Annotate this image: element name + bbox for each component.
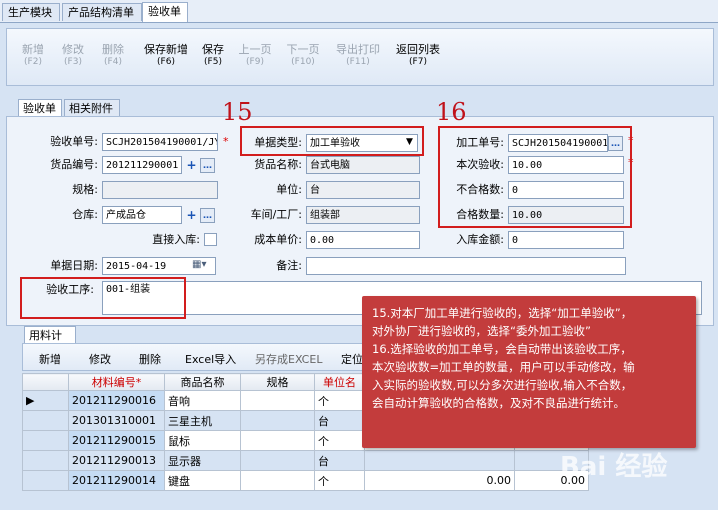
save-button[interactable]: 保存 (F5) <box>193 43 233 69</box>
callout-line: 16.选择验收的加工单号，会自动带出该验收工序， <box>372 342 632 356</box>
warehouse-label: 仓库: <box>72 208 98 221</box>
row-selector[interactable]: ▶ <box>22 390 69 411</box>
cell-name[interactable]: 显示器 <box>164 450 241 471</box>
warehouse-field[interactable]: 产成品仓 <box>102 206 182 224</box>
col-material-code[interactable]: 材料编号* <box>68 373 165 391</box>
toolbar: 新增 (F2) 修改 (F3) 删除 (F4) 保存新增 (F6) 保存 (F5) 上一页… <box>6 28 714 86</box>
row-selector[interactable] <box>22 450 69 471</box>
doc-no-label: 验收单号: <box>50 135 98 148</box>
ellipsis-icon[interactable]: … <box>200 208 215 223</box>
cell-code[interactable]: 201301310001 <box>68 410 165 431</box>
cell-code[interactable]: 201211290015 <box>68 430 165 451</box>
row-selector[interactable] <box>22 430 69 451</box>
edit-button[interactable]: 修改 (F3) <box>53 43 93 69</box>
calendar-icon[interactable]: ▦▾ <box>192 259 206 270</box>
col-product-name[interactable]: 商品名称 <box>164 373 241 391</box>
cell-name[interactable]: 音响 <box>164 390 241 411</box>
highlight-box-type <box>240 126 424 156</box>
item-name-label: 货品名称: <box>254 158 302 171</box>
item-no-label: 货品编号: <box>50 158 98 171</box>
annotation-15: 15 <box>222 98 253 126</box>
cell-spec[interactable] <box>240 390 315 411</box>
cost-field[interactable]: 0.00 <box>306 231 420 249</box>
tab-material-calc[interactable]: 用料计算 <box>24 326 76 360</box>
grid-delete-button[interactable]: 删除 <box>139 351 161 367</box>
cell-name[interactable]: 键盘 <box>164 470 241 491</box>
cell-unit[interactable]: 个 <box>314 470 365 491</box>
spec-field[interactable] <box>102 181 218 199</box>
required-mark: * <box>223 135 229 148</box>
cell-spec[interactable] <box>240 470 315 491</box>
col-spec[interactable]: 规格 <box>240 373 315 391</box>
callout-line: 15.对本厂加工单进行验收的，选择“加工单验收”， <box>372 306 633 320</box>
row-indicator-header <box>22 373 69 391</box>
cell-spec[interactable] <box>240 450 315 471</box>
spec-label: 规格: <box>72 183 98 196</box>
cell-v1[interactable] <box>364 450 515 471</box>
cell-spec[interactable] <box>240 410 315 431</box>
cell-code[interactable]: 201211290014 <box>68 470 165 491</box>
callout-line: 对外协厂进行验收的，选择“委外加工验收” <box>372 324 591 338</box>
cell-unit[interactable]: 台 <box>314 450 365 471</box>
table-row[interactable]: 201211290014 键盘 个 0.00 0.00 <box>22 470 589 491</box>
in-amount-field[interactable]: 0 <box>508 231 624 249</box>
doc-no-field[interactable]: SCJH201504190001/JY0 <box>102 133 218 151</box>
cell-unit[interactable]: 台 <box>314 410 365 431</box>
top-tab-inspection[interactable]: 验收单 <box>142 2 188 22</box>
unit-field[interactable]: 台 <box>306 181 420 199</box>
row-selector[interactable] <box>22 410 69 431</box>
plus-icon[interactable]: + <box>184 208 199 223</box>
save-new-button[interactable]: 保存新增 (F6) <box>139 43 193 69</box>
instruction-callout: 15.对本厂加工单进行验收的，选择“加工单验收”， 对外协厂进行验收的，选择“委… <box>362 296 696 448</box>
cell-unit[interactable]: 个 <box>314 430 365 451</box>
row-selector[interactable] <box>22 470 69 491</box>
cell-v1[interactable]: 0.00 <box>364 470 515 491</box>
highlight-box-process <box>20 277 186 319</box>
cost-label: 成本单价: <box>254 233 302 246</box>
cell-name[interactable]: 鼠标 <box>164 430 241 451</box>
remark-label: 备注: <box>276 259 302 272</box>
direct-in-label: 直接入库: <box>152 233 200 246</box>
locate-button[interactable]: 定位 <box>341 351 363 367</box>
col-unit[interactable]: 单位名 <box>314 373 365 391</box>
item-no-field[interactable]: 201211290001 <box>102 156 182 174</box>
grid-new-button[interactable]: 新增 <box>39 351 61 367</box>
cell-unit[interactable]: 个 <box>314 390 365 411</box>
baidu-watermark: Bai 经验 <box>560 452 668 482</box>
cell-code[interactable]: 201211290013 <box>68 450 165 471</box>
excel-import-button[interactable]: Excel导入 <box>185 351 236 367</box>
top-tab-bom[interactable]: 产品结构清单 <box>62 3 142 21</box>
in-amount-label: 入库金额: <box>456 233 504 246</box>
grid-edit-button[interactable]: 修改 <box>89 351 111 367</box>
save-as-excel-button[interactable]: 另存成EXCEL <box>255 351 322 367</box>
cell-spec[interactable] <box>240 430 315 451</box>
table-row[interactable]: 201211290013 显示器 台 <box>22 450 589 471</box>
top-tab-production[interactable]: 生产模块 <box>2 3 60 21</box>
back-to-list-button[interactable]: 返回列表 (F7) <box>391 43 445 69</box>
workshop-field[interactable]: 组装部 <box>306 206 420 224</box>
highlight-box-work-order <box>438 126 632 228</box>
workshop-label: 车间/工厂: <box>250 208 302 221</box>
form-tab-attachments[interactable]: 相关附件 <box>64 99 120 117</box>
callout-line: 本次验收数=加工单的数量，用户可以手动修改，输 <box>372 360 635 374</box>
prev-page-button[interactable]: 上一页 (F9) <box>235 43 275 69</box>
new-button[interactable]: 新增 (F2) <box>13 43 53 69</box>
cell-name[interactable]: 三星主机 <box>164 410 241 431</box>
form-tab-inspection[interactable]: 验收单 <box>18 99 62 117</box>
unit-label: 单位: <box>276 183 302 196</box>
date-label: 单据日期: <box>50 259 98 272</box>
delete-button[interactable]: 删除 (F4) <box>93 43 133 69</box>
direct-in-checkbox[interactable] <box>204 233 217 246</box>
remark-field[interactable] <box>306 257 626 275</box>
plus-icon[interactable]: + <box>184 158 199 173</box>
top-tab-bar: 生产模块 产品结构清单 验收单 <box>0 0 718 23</box>
annotation-16: 16 <box>436 98 467 126</box>
cell-code[interactable]: 201211290016 <box>68 390 165 411</box>
export-print-button[interactable]: 导出打印 (F11) <box>331 43 385 69</box>
callout-line: 入实际的验收数,可以分多次进行验收,输入不合数， <box>372 378 633 392</box>
item-name-field[interactable]: 台式电脑 <box>306 156 420 174</box>
next-page-button[interactable]: 下一页 (F10) <box>283 43 323 69</box>
ellipsis-icon[interactable]: … <box>200 158 215 173</box>
callout-line: 会自动计算验收的合格数，及对不良品进行统计。 <box>372 396 625 410</box>
